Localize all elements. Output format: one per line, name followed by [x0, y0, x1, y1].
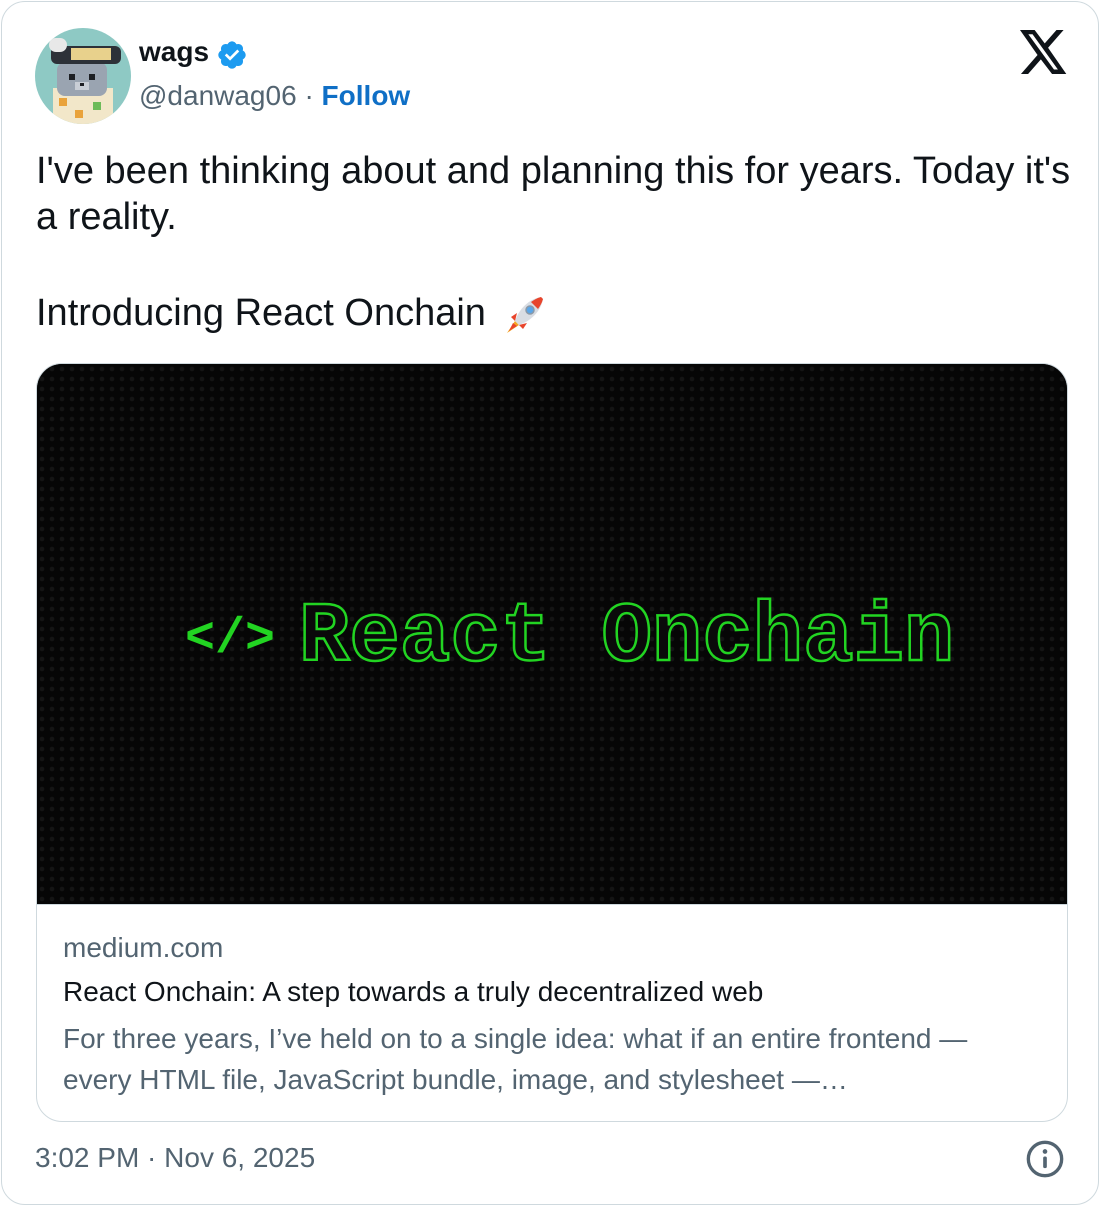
link-title: React Onchain: A step towards a truly de…: [63, 976, 764, 1007]
follow-button[interactable]: Follow: [322, 80, 411, 111]
x-logo-icon[interactable]: [1020, 30, 1068, 74]
verified-badge-icon: [218, 41, 246, 69]
link-preview-image: </> React Onchain: [37, 364, 1067, 905]
author-handle[interactable]: @danwag06: [139, 80, 297, 111]
tweet-intro-text: Introducing React Onchain: [36, 292, 486, 334]
tweet-text-line: I've been thinking about and planning th…: [36, 150, 1071, 238]
preview-code-glyph: </>: [185, 611, 275, 668]
preview-banner: </> React Onchain: [37, 364, 1067, 904]
tweet-text: I've been thinking about and planning th…: [36, 148, 1076, 339]
tweet-timestamp[interactable]: 3:02 PM · Nov 6, 2025: [35, 1142, 315, 1174]
preview-title-text: React Onchain: [299, 591, 954, 686]
separator-dot: ·: [304, 80, 314, 111]
link-card-meta: medium.com React Onchain: A step towards…: [63, 932, 1043, 1100]
author-name[interactable]: wags: [139, 36, 209, 68]
tweet-card: wags @danwag06 · Follow I've been thinki…: [1, 1, 1099, 1205]
bear-avatar-icon: [35, 28, 131, 124]
tweet-text-line: Introducing React Onchain: [36, 290, 1076, 339]
link-description: For three years, I’ve held on to a singl…: [63, 1023, 968, 1095]
link-domain: medium.com: [63, 932, 224, 963]
link-preview-card[interactable]: </> React Onchain medium.com React Oncha…: [36, 363, 1068, 1122]
info-icon[interactable]: [1025, 1139, 1065, 1179]
author-avatar[interactable]: [35, 28, 131, 124]
author-handle-row: @danwag06 · Follow: [139, 80, 410, 112]
rocket-icon: [506, 296, 543, 333]
